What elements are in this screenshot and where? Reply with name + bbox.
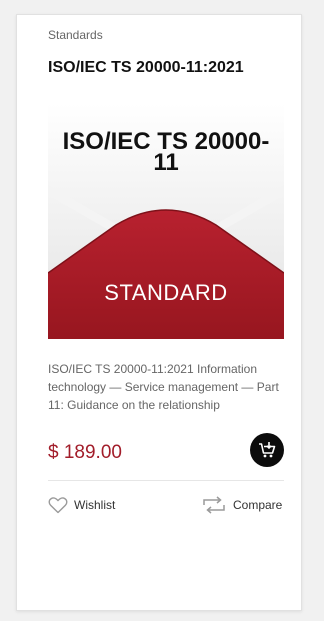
heart-icon bbox=[48, 497, 68, 514]
compare-button[interactable]: Compare bbox=[201, 494, 282, 516]
product-cover-image[interactable]: ISO/IEC TS 20000- 11 STANDARD bbox=[48, 103, 284, 339]
wishlist-label: Wishlist bbox=[74, 498, 116, 512]
product-title[interactable]: ISO/IEC TS 20000-11:2021 bbox=[48, 59, 244, 77]
cover-title-line-2: 11 bbox=[153, 149, 179, 176]
compare-label: Compare bbox=[233, 498, 283, 512]
product-price: $ 189.00 bbox=[48, 442, 122, 463]
cover-title: ISO/IEC TS 20000- 11 bbox=[48, 130, 284, 176]
product-description: ISO/IEC TS 20000-11:2021 Information tec… bbox=[48, 362, 279, 412]
product-category[interactable]: Standards bbox=[48, 28, 103, 42]
product-card: Standards ISO/IEC TS 20000-11:2021 ISO/I… bbox=[16, 14, 302, 611]
add-to-cart-icon bbox=[259, 442, 276, 458]
wishlist-button[interactable]: Wishlist bbox=[48, 494, 115, 516]
add-to-cart-button[interactable] bbox=[250, 433, 284, 467]
divider bbox=[48, 480, 284, 481]
cover-label: STANDARD bbox=[104, 280, 228, 305]
repeat-arrows-icon bbox=[203, 496, 225, 514]
